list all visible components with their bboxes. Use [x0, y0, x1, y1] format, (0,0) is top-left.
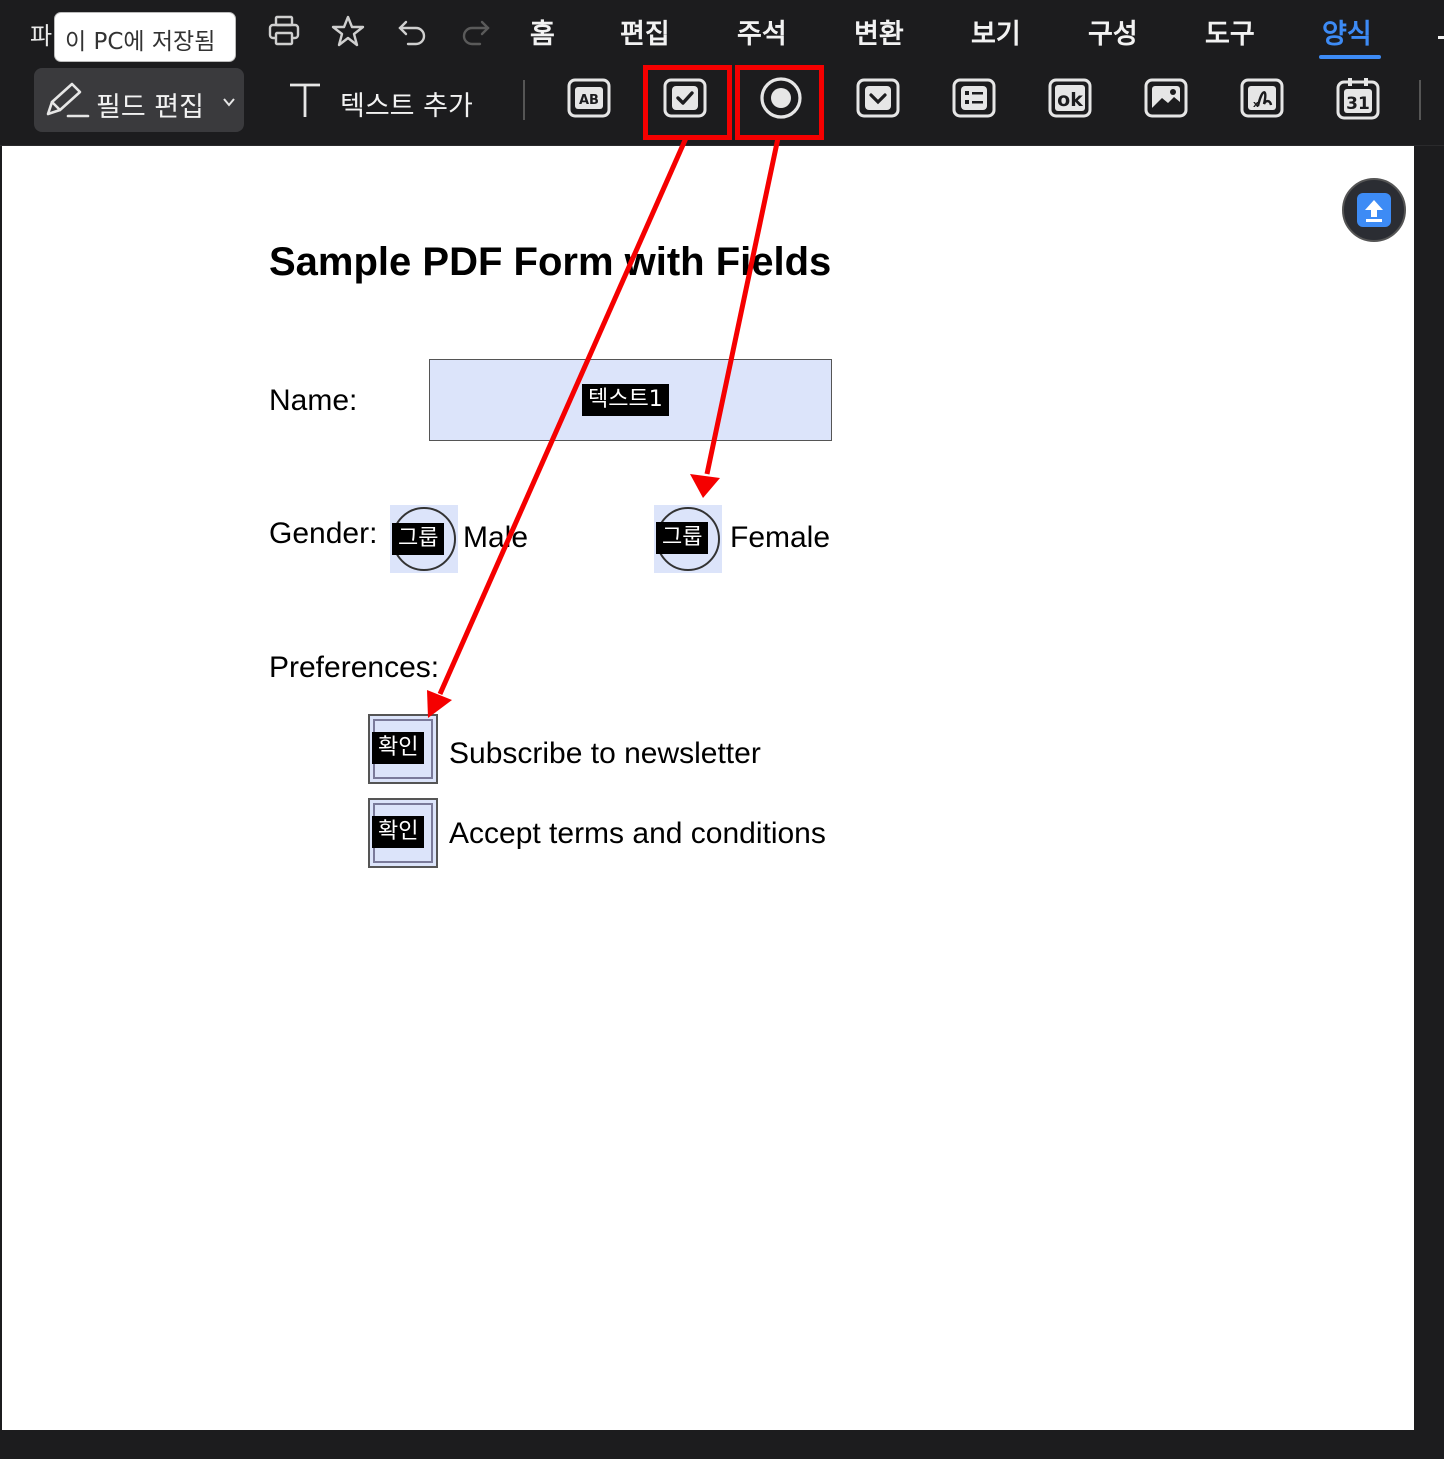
menu-item-tools[interactable]: 도구 — [1205, 12, 1255, 51]
subscribe-checkbox[interactable]: 확인 — [368, 714, 438, 784]
svg-text:31: 31 — [1346, 94, 1370, 114]
radio-tool-highlight — [735, 65, 824, 140]
field-name-tag: 텍스트1 — [582, 384, 669, 416]
checkbox-tag: 확인 — [372, 816, 425, 848]
preferences-label: Preferences: — [269, 651, 440, 684]
menu-bar: 파 이 PC에 저장됨 홈 편집 주석 변환 보기 구성 도구 양식 — [0, 0, 1444, 62]
add-text-label: 텍스트 추가 — [340, 91, 473, 122]
gender-label: Gender: — [269, 517, 378, 550]
print-icon[interactable] — [267, 14, 301, 48]
menu-item-file[interactable]: 파 — [30, 16, 52, 51]
redo-icon[interactable] — [458, 14, 492, 48]
pen-edit-icon — [42, 80, 90, 122]
toolbar-divider — [523, 80, 525, 120]
menu-item-view[interactable]: 보기 — [971, 12, 1021, 51]
pdf-page — [2, 146, 1414, 1430]
female-label: Female — [730, 521, 831, 554]
toolbar-divider — [1419, 80, 1421, 120]
button-ok-icon[interactable]: ok — [1042, 74, 1098, 126]
chevron-down-icon — [222, 94, 236, 108]
menu-item-comment[interactable]: 주석 — [737, 12, 787, 51]
field-edit-button[interactable]: 필드 편집 — [34, 68, 244, 132]
date-field-icon[interactable]: 31 — [1330, 74, 1386, 126]
menu-item-convert[interactable]: 변환 — [854, 12, 904, 51]
dropdown-icon[interactable] — [850, 74, 906, 126]
male-label: Male — [463, 521, 529, 554]
field-edit-label: 필드 편집 — [96, 92, 204, 123]
checkbox-tag: 확인 — [372, 732, 425, 764]
save-status-tooltip: 이 PC에 저장됨 — [54, 12, 236, 62]
radio-group-tag: 그룹 — [656, 522, 709, 554]
page-title: Sample PDF Form with Fields — [269, 240, 832, 284]
menu-overflow-icon[interactable] — [1436, 18, 1444, 44]
name-label: Name: — [269, 384, 358, 417]
star-icon[interactable] — [331, 14, 365, 48]
menu-item-form[interactable]: 양식 — [1322, 12, 1372, 51]
menu-item-home[interactable]: 홈 — [530, 12, 555, 51]
image-field-icon[interactable] — [1138, 74, 1194, 126]
accept-terms-checkbox[interactable]: 확인 — [368, 798, 438, 868]
text-tool-icon — [286, 80, 324, 120]
radio-male[interactable]: 그룹 — [390, 505, 458, 573]
name-text-field[interactable]: 텍스트1 — [429, 359, 832, 441]
undo-icon[interactable] — [396, 14, 430, 48]
checkbox-tool-highlight — [643, 65, 732, 140]
text-field-icon[interactable]: AB — [561, 74, 617, 126]
radio-female[interactable]: 그룹 — [654, 505, 722, 573]
upload-button[interactable] — [1342, 178, 1406, 242]
vertical-scrollbar-track[interactable] — [1414, 146, 1444, 1459]
svg-text:AB: AB — [579, 93, 599, 108]
upload-icon — [1357, 193, 1391, 227]
accept-terms-label: Accept terms and conditions — [449, 817, 826, 850]
signature-field-icon[interactable]: x — [1234, 74, 1290, 126]
menu-item-organize[interactable]: 구성 — [1088, 12, 1138, 51]
bottom-status-bar — [0, 1430, 1444, 1459]
active-tab-indicator — [1319, 55, 1381, 59]
menu-item-edit[interactable]: 편집 — [620, 12, 670, 51]
list-box-icon[interactable] — [946, 74, 1002, 126]
svg-text:ok: ok — [1057, 89, 1083, 111]
radio-group-tag: 그룹 — [392, 523, 445, 555]
subscribe-label: Subscribe to newsletter — [449, 737, 761, 770]
